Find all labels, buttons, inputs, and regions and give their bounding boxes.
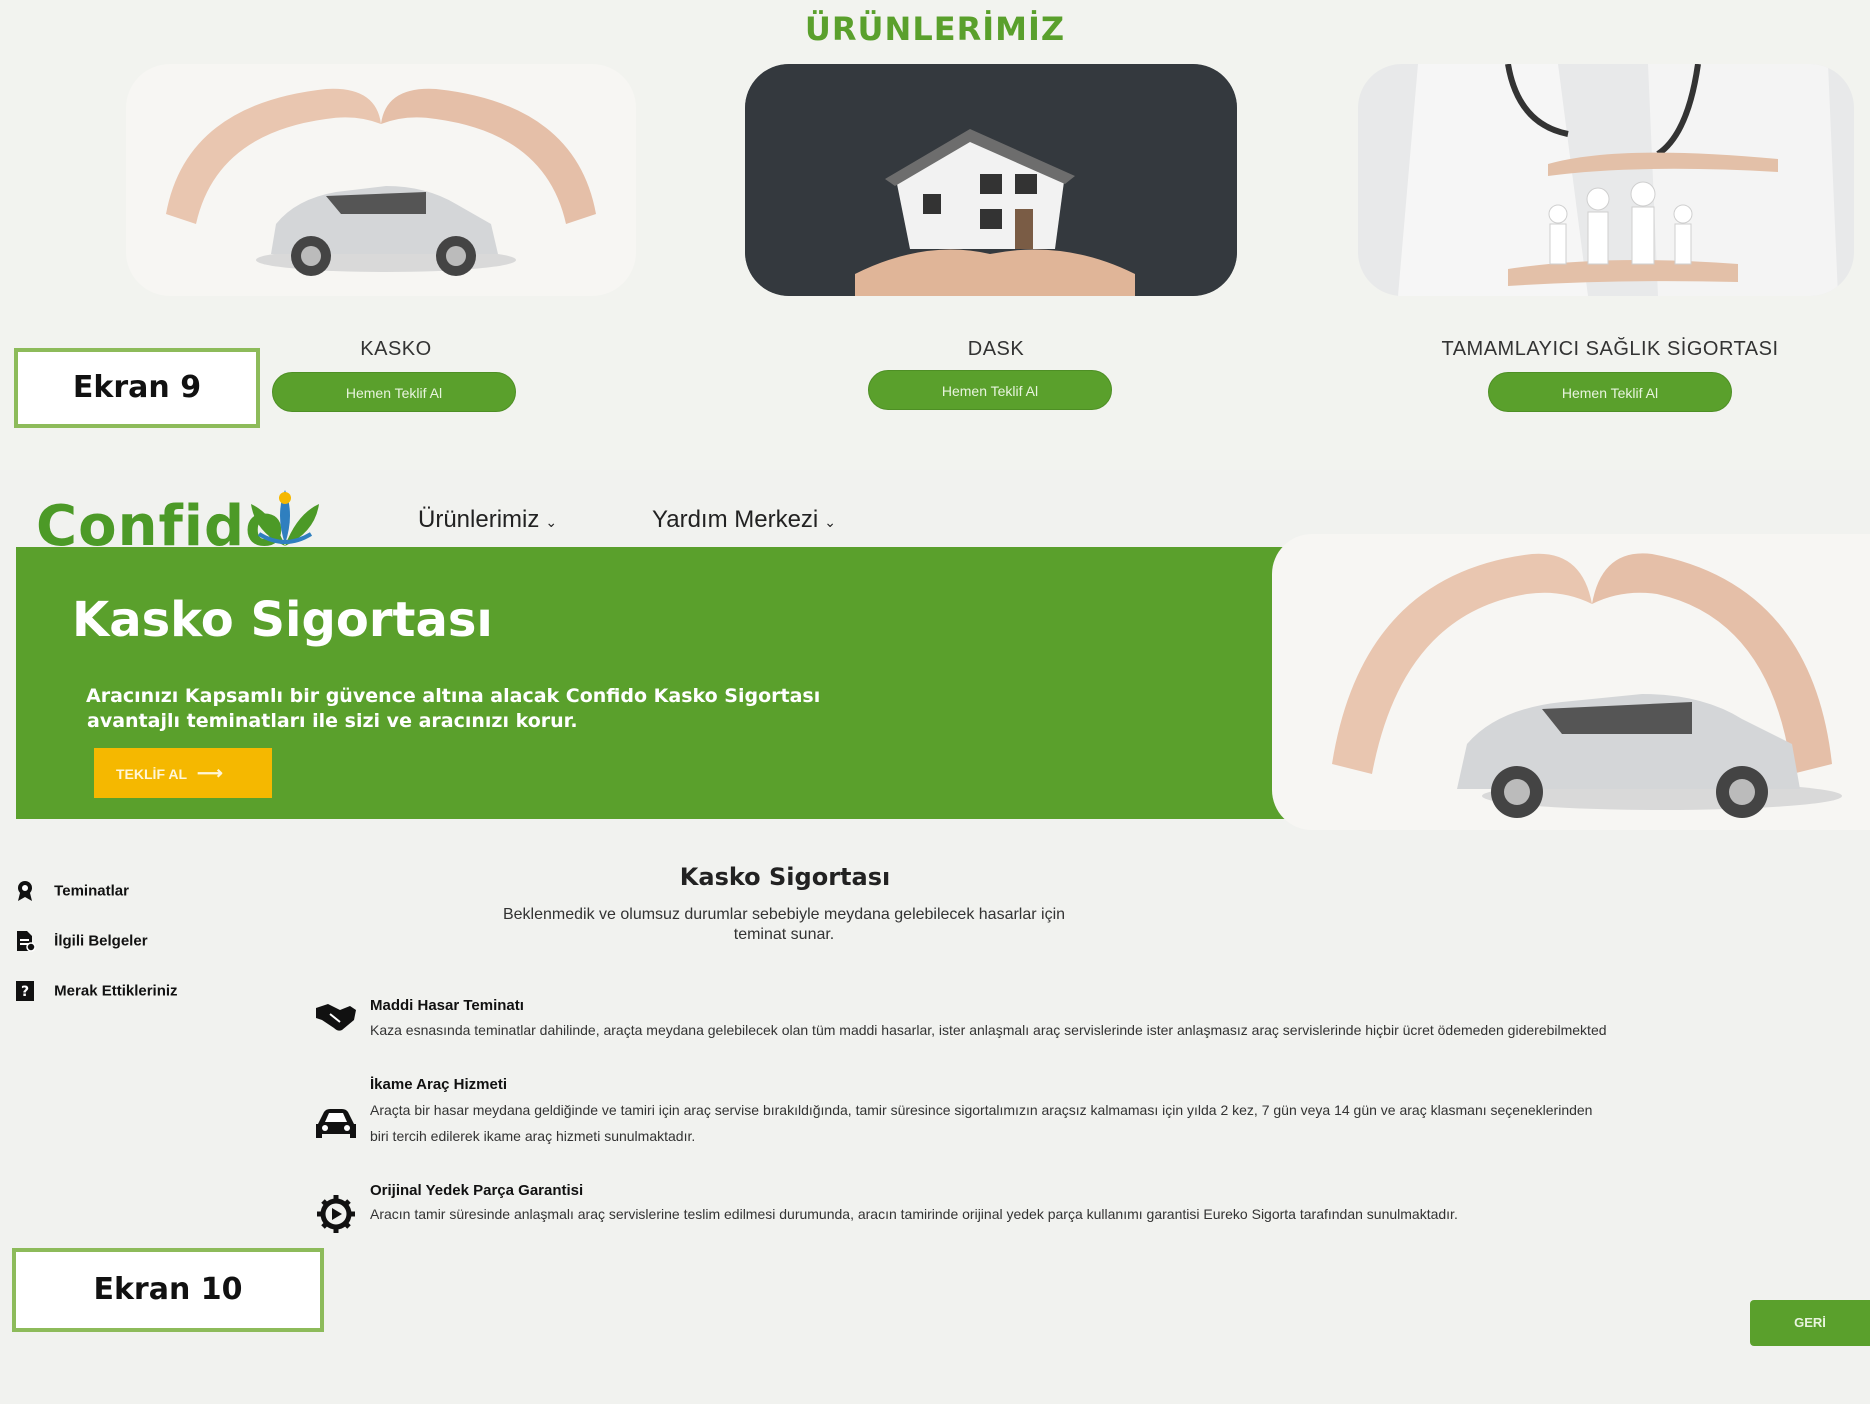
leaf-logo-icon xyxy=(251,490,319,546)
hero-subtitle: Aracınızı Kapsamlı bir güvence altına al… xyxy=(86,684,847,734)
chevron-down-icon: ⌄ xyxy=(545,514,558,530)
sidebar-item-label: İlgili Belgeler xyxy=(54,932,148,950)
section-description-line: Beklenmedik ve olumsuz durumlar sebebiyl… xyxy=(502,906,1066,923)
feature-text: biri tercih edilerek ikame araç hizmeti … xyxy=(370,1128,696,1144)
nav-help-center[interactable]: Yardım Merkezi ⌄ xyxy=(652,506,836,534)
car-icon xyxy=(316,1109,356,1138)
dask-quote-button[interactable]: Hemen Teklif Al xyxy=(868,370,1112,410)
get-quote-button[interactable]: TEKLİF AL ⟶ xyxy=(94,748,272,798)
product-name-kasko: KASKO xyxy=(360,338,432,360)
feature-text: Araçta bir hasar meydana geldiğinde ve t… xyxy=(370,1102,1593,1118)
hero-image xyxy=(1272,534,1870,830)
arrow-right-icon: ⟶ xyxy=(197,763,223,783)
gear-icon xyxy=(317,1195,355,1233)
sidebar-item-documents[interactable]: İlgili Belgeler xyxy=(14,930,148,952)
section-title: Kasko Sigortası xyxy=(679,863,891,891)
nav-help-label: Yardım Merkezi xyxy=(652,506,819,533)
feature-title: Orijinal Yedek Parça Garantisi xyxy=(370,1182,584,1199)
screen-label-9: Ekran 9 xyxy=(14,348,260,428)
hero-subtitle-line: avantajlı teminatları ile sizi ve aracın… xyxy=(87,710,578,732)
hero-subtitle-line: Aracınızı Kapsamlı bir güvence altına al… xyxy=(86,685,821,707)
kasko-quote-button[interactable]: Hemen Teklif Al xyxy=(272,372,516,412)
sidebar-item-label: Merak Ettikleriniz xyxy=(54,982,178,1000)
feature-text: Aracın tamir süresinde anlaşmalı araç se… xyxy=(370,1206,1458,1222)
badge-icon xyxy=(18,881,32,901)
nav-products[interactable]: Ürünlerimiz ⌄ xyxy=(418,506,557,534)
kasko-product-image[interactable] xyxy=(126,64,636,296)
health-product-image[interactable] xyxy=(1358,64,1854,296)
screen-label-10: Ekran 10 xyxy=(12,1248,324,1332)
cta-label: TEKLİF AL xyxy=(116,766,188,782)
back-button[interactable]: GERİ xyxy=(1750,1300,1870,1346)
car-protected-by-hands-image xyxy=(1272,534,1870,830)
car-protected-by-hands-image xyxy=(126,64,636,296)
feature-title: İkame Araç Hizmeti xyxy=(370,1076,508,1093)
feature-title: Maddi Hasar Teminatı xyxy=(370,997,524,1014)
sidebar-item-faq[interactable]: ? Merak Ettikleriniz xyxy=(14,980,178,1002)
products-screen: ÜRÜNLERİMİZ KASKO Hemen Teklif Al DASK H… xyxy=(0,0,1870,470)
product-name-health: TAMAMLAYICI SAĞLIK SİGORTASI xyxy=(1441,338,1779,360)
section-title: ÜRÜNLERİMİZ xyxy=(804,10,1066,48)
family-under-doctor-hands-image xyxy=(1358,64,1854,296)
house-in-hands-image xyxy=(745,64,1237,296)
dask-product-image[interactable] xyxy=(745,64,1237,296)
kasko-detail-screen: Confido Ürünlerimiz ⌄ Yardım Merkezi ⌄ K… xyxy=(0,484,1870,1404)
sidebar-item-label: Teminatlar xyxy=(54,882,129,900)
document-icon xyxy=(17,931,36,952)
section-description-line: teminat sunar. xyxy=(733,926,835,943)
nav-products-label: Ürünlerimiz xyxy=(418,506,540,533)
section-description: Beklenmedik ve olumsuz durumlar sebebiyl… xyxy=(450,905,1118,945)
svg-text:?: ? xyxy=(21,984,29,1000)
chevron-down-icon: ⌄ xyxy=(824,514,836,530)
product-name-dask: DASK xyxy=(967,338,1025,360)
hero-title: Kasko Sigortası xyxy=(72,592,493,648)
sidebar-item-coverages[interactable]: Teminatlar xyxy=(14,880,129,902)
handshake-icon xyxy=(316,1004,356,1031)
feature-text: Kaza esnasında teminatlar dahilinde, ara… xyxy=(370,1022,1607,1038)
question-book-icon: ? xyxy=(16,981,34,1001)
health-quote-button[interactable]: Hemen Teklif Al xyxy=(1488,372,1732,412)
